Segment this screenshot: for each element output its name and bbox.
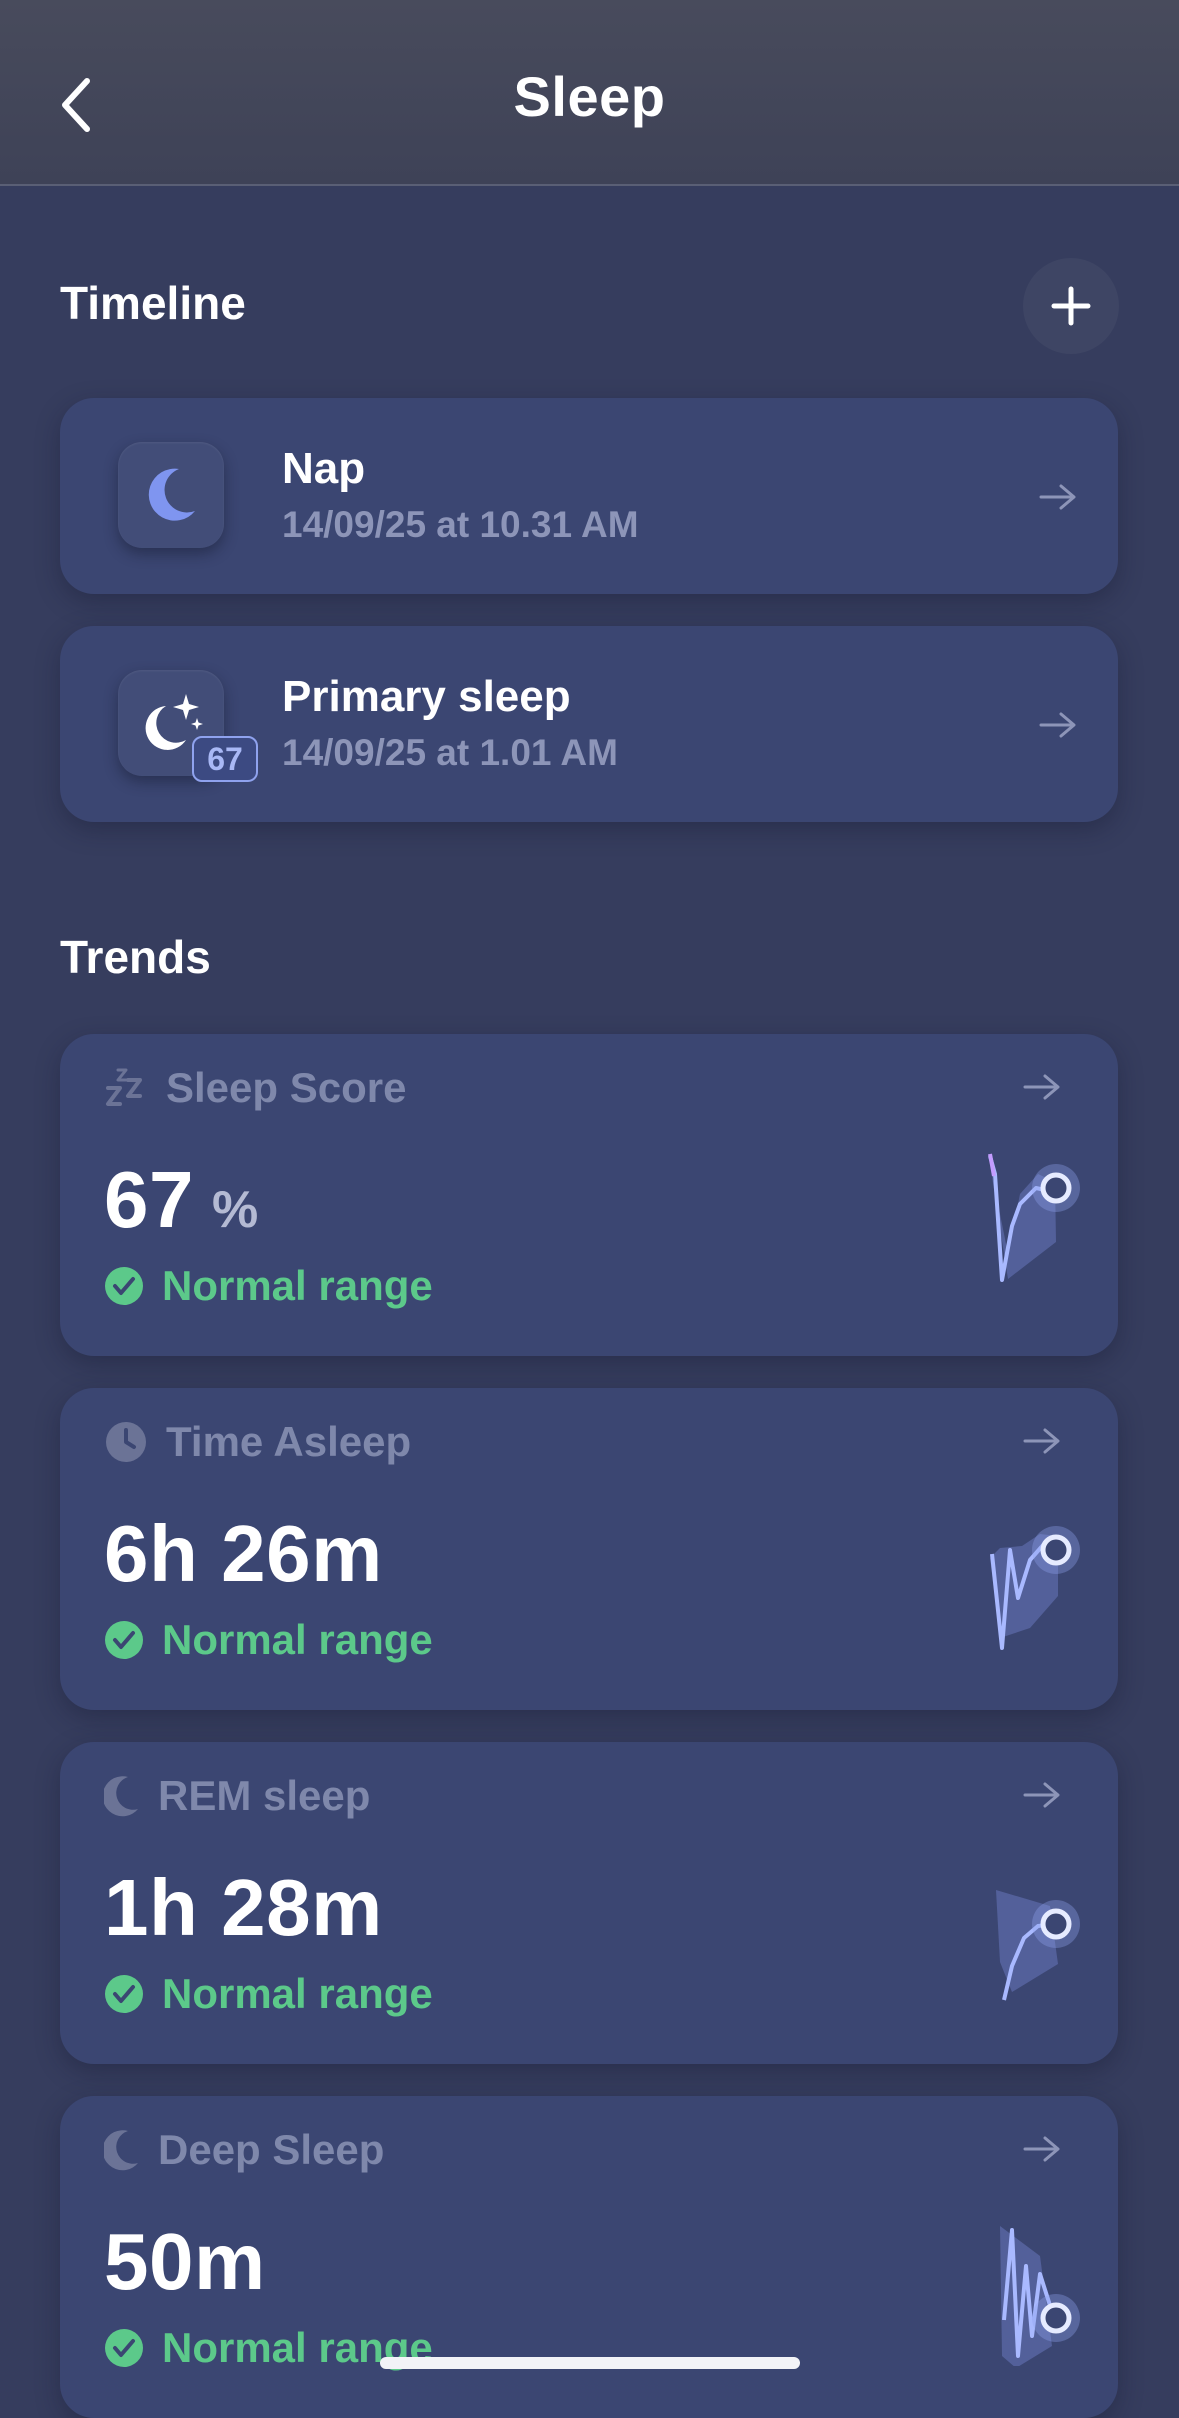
add-sleep-button[interactable]	[1023, 258, 1119, 354]
timeline-heading: Timeline	[60, 277, 246, 329]
top-bar: Sleep	[0, 0, 1179, 186]
status-text: Normal range	[162, 1616, 433, 1663]
trend-label: Deep Sleep	[158, 2126, 385, 2173]
sleep-score-badge: 67	[192, 736, 258, 782]
trend-card-header: Deep Sleep	[104, 2126, 384, 2174]
trend-card-rem-sleep[interactable]: REM sleep 1h 28m Normal range	[60, 1742, 1118, 2064]
trend-value-number: 67	[104, 1155, 194, 1244]
plus-icon	[1051, 286, 1091, 326]
trend-label: REM sleep	[158, 1772, 371, 1819]
timeline-item-datetime: 14/09/25 at 1.01 AM	[282, 732, 618, 773]
trend-card-header: Time Asleep	[104, 1418, 411, 1466]
page-title: Sleep	[513, 65, 666, 128]
arrow-right-icon	[1023, 1428, 1060, 1454]
status-badge: Normal range	[104, 1262, 433, 1310]
trend-card-deep-sleep[interactable]: Deep Sleep 50m Normal range	[60, 2096, 1118, 2418]
trend-value: 67%	[104, 1154, 259, 1246]
rem-sleep-sparkline	[996, 1890, 1080, 2001]
trends-heading: Trends	[60, 931, 211, 983]
timeline-item-title: Nap	[282, 444, 366, 493]
zzz-icon	[106, 1068, 142, 1106]
arrow-right-icon	[1039, 484, 1076, 510]
trend-unit: %	[211, 1181, 259, 1239]
time-asleep-sparkline	[990, 1526, 1080, 1650]
timeline-item-title: Primary sleep	[282, 672, 571, 721]
status-badge: Normal range	[104, 1970, 433, 2018]
status-text: Normal range	[162, 1262, 433, 1309]
trend-value: 50m	[104, 2217, 266, 2306]
status-badge: Normal range	[104, 1616, 433, 1664]
check-circle-icon	[105, 1975, 143, 2013]
timeline-item-datetime: 14/09/25 at 10.31 AM	[282, 504, 639, 545]
moon-icon	[104, 1776, 138, 1817]
check-circle-icon	[105, 1267, 143, 1305]
arrow-right-icon	[1039, 712, 1076, 738]
deep-sleep-sparkline	[1000, 2226, 1080, 2366]
trend-card-time-asleep[interactable]: Time Asleep 6h 26m Normal range	[60, 1388, 1118, 1710]
clock-icon	[106, 1422, 146, 1462]
home-indicator[interactable]	[380, 2357, 800, 2369]
trend-label: Sleep Score	[166, 1064, 407, 1111]
trend-value: 1h 28m	[104, 1863, 383, 1952]
check-circle-icon	[105, 1621, 143, 1659]
sleep-type-tile	[118, 442, 224, 548]
arrow-right-icon	[1023, 1782, 1060, 1808]
trend-card-header: REM sleep	[104, 1772, 370, 1820]
check-circle-icon	[105, 2329, 143, 2367]
sleep-score-sparkline	[988, 1153, 1080, 1282]
trend-card-header: Sleep Score	[104, 1064, 406, 1112]
moon-icon	[104, 2130, 138, 2171]
arrow-right-icon	[1023, 2136, 1060, 2162]
trend-card-sleep-score[interactable]: Sleep Score 67% Normal range	[60, 1034, 1118, 1356]
timeline-item-primary-sleep[interactable]: 67 Primary sleep 14/09/25 at 1.01 AM	[60, 626, 1118, 822]
trend-label: Time Asleep	[166, 1418, 412, 1465]
status-text: Normal range	[162, 1970, 433, 2017]
trend-value: 6h 26m	[104, 1509, 383, 1598]
arrow-right-icon	[1023, 1074, 1060, 1100]
moon-icon	[148, 468, 195, 521]
timeline-item-nap[interactable]: Nap 14/09/25 at 10.31 AM	[60, 398, 1118, 594]
